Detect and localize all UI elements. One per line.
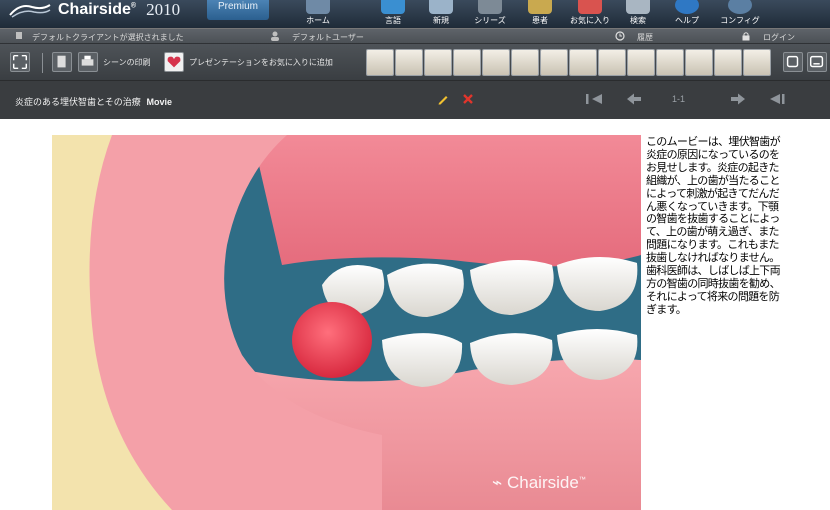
presentation-title: 炎症のある埋伏智歯とその治療 Movie: [15, 97, 172, 108]
fullscreen-button[interactable]: [10, 52, 30, 72]
printer-icon: [81, 55, 94, 66]
nav-search[interactable]: 検索: [614, 0, 662, 28]
add-favorite-button[interactable]: [164, 52, 184, 72]
brand-name: Chairside®: [58, 1, 137, 18]
scene-tile-7[interactable]: [540, 49, 568, 76]
scene-tile-9[interactable]: [598, 49, 626, 76]
maximize-button[interactable]: [783, 52, 803, 72]
search-icon: [626, 0, 650, 14]
app-logo: Chairside® 2010: [6, 0, 180, 20]
nav-help[interactable]: ヘルプ: [663, 0, 711, 28]
scene-tile-4[interactable]: [453, 49, 481, 76]
media-type-label: Movie: [146, 97, 172, 107]
status-bar: デフォルトクライアントが選択されました デフォルトユーザー 履歴 ログイン: [0, 28, 830, 44]
config-icon: [728, 0, 752, 14]
series-icon: [478, 0, 502, 14]
movie-description: このムービーは、埋伏智歯が炎症の原因になっているのをお見せします。炎症の起きた組…: [646, 135, 781, 316]
client-status: デフォルトクライアントが選択されました: [32, 33, 184, 42]
nav-language[interactable]: 言語: [369, 0, 417, 28]
nav-new[interactable]: 新規: [417, 0, 465, 28]
help-icon: [675, 0, 699, 14]
movie-player[interactable]: ⌁ Chairside™: [52, 135, 641, 510]
nav-favorites[interactable]: お気に入り: [566, 0, 614, 28]
edition-badge: Premium: [207, 0, 269, 20]
heart-icon: [167, 56, 181, 68]
client-icon: [16, 32, 22, 39]
history-link[interactable]: 履歴: [637, 32, 653, 43]
last-page-icon[interactable]: [766, 92, 788, 106]
nav-patient[interactable]: 患者: [516, 0, 564, 28]
watermark-logo-icon: ⌁: [492, 473, 503, 492]
window-button[interactable]: [807, 52, 827, 72]
presentation-content: ⌁ Chairside™ このムービーは、埋伏智歯が炎症の原因になっているのをお…: [0, 119, 830, 510]
print-button[interactable]: [78, 52, 98, 72]
nav-home[interactable]: ホーム: [294, 0, 342, 28]
delete-icon[interactable]: [462, 93, 474, 105]
next-page-icon[interactable]: [727, 92, 749, 106]
document-icon: [57, 55, 66, 68]
scene-tile-8[interactable]: [569, 49, 597, 76]
scene-tile-10[interactable]: [627, 49, 655, 76]
brand-year: 2010: [146, 0, 181, 19]
video-watermark: ⌁ Chairside™: [492, 473, 586, 492]
previous-page-icon[interactable]: [623, 92, 645, 106]
scene-tile-14[interactable]: [743, 49, 771, 76]
login-link[interactable]: ログイン: [763, 32, 795, 43]
lock-icon[interactable]: [741, 31, 751, 41]
presentation-title-bar: 炎症のある埋伏智歯とその治療 Movie 1-1: [0, 81, 830, 119]
user-icon: [271, 31, 279, 41]
add-favorite-label[interactable]: プレゼンテーションをお気に入りに追加: [189, 57, 333, 68]
print-label[interactable]: シーンの印刷: [103, 57, 151, 68]
chairside-logo-icon: [9, 4, 51, 18]
scene-tile-13[interactable]: [714, 49, 742, 76]
favorites-icon: [578, 0, 602, 14]
edit-pencil-icon[interactable]: [437, 93, 449, 105]
home-icon: [306, 0, 330, 14]
scene-tile-3[interactable]: [424, 49, 452, 76]
page-indicator: 1-1: [672, 94, 686, 104]
maximize-icon: [786, 55, 799, 68]
scene-tile-1[interactable]: [366, 49, 394, 76]
expand-grid-icon: [12, 54, 28, 70]
scene-tile-12[interactable]: [685, 49, 713, 76]
scene-tile-6[interactable]: [511, 49, 539, 76]
molar-illustration: [52, 135, 641, 510]
nav-config[interactable]: コンフィグ: [716, 0, 764, 28]
nav-series[interactable]: シリーズ: [466, 0, 514, 28]
toolbar-divider: [42, 53, 43, 73]
first-page-icon[interactable]: [584, 92, 606, 106]
user-status[interactable]: デフォルトユーザー: [292, 32, 364, 43]
scene-tile-11[interactable]: [656, 49, 684, 76]
language-icon: [381, 0, 405, 14]
scene-tile-2[interactable]: [395, 49, 423, 76]
app-header: Chairside® 2010 Premium ホーム 言語 新規 シリーズ 患…: [0, 0, 830, 28]
window-icon: [809, 55, 824, 68]
scene-toolbar: シーンの印刷 プレゼンテーションをお気に入りに追加: [0, 44, 830, 81]
new-icon: [429, 0, 453, 14]
scene-info-button[interactable]: [52, 52, 72, 72]
history-icon[interactable]: [615, 31, 625, 41]
scene-tile-5[interactable]: [482, 49, 510, 76]
patient-icon: [528, 0, 552, 14]
